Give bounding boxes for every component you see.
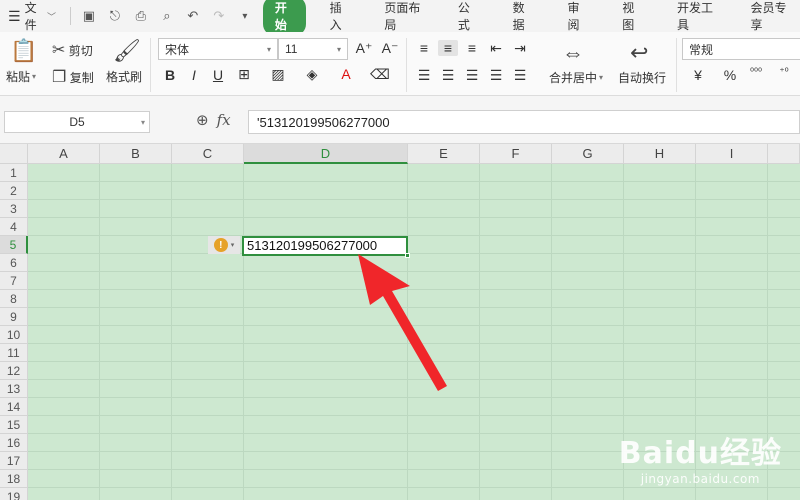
baidu-jingyan-watermark: Baidu经验 jingyan.baidu.com: [619, 428, 782, 486]
annotation-arrow-shape: [358, 254, 447, 391]
annotation-arrow: [358, 254, 447, 391]
watermark-main: Baidu经验: [618, 436, 782, 471]
watermark-sub: jingyan.baidu.com: [640, 472, 760, 486]
